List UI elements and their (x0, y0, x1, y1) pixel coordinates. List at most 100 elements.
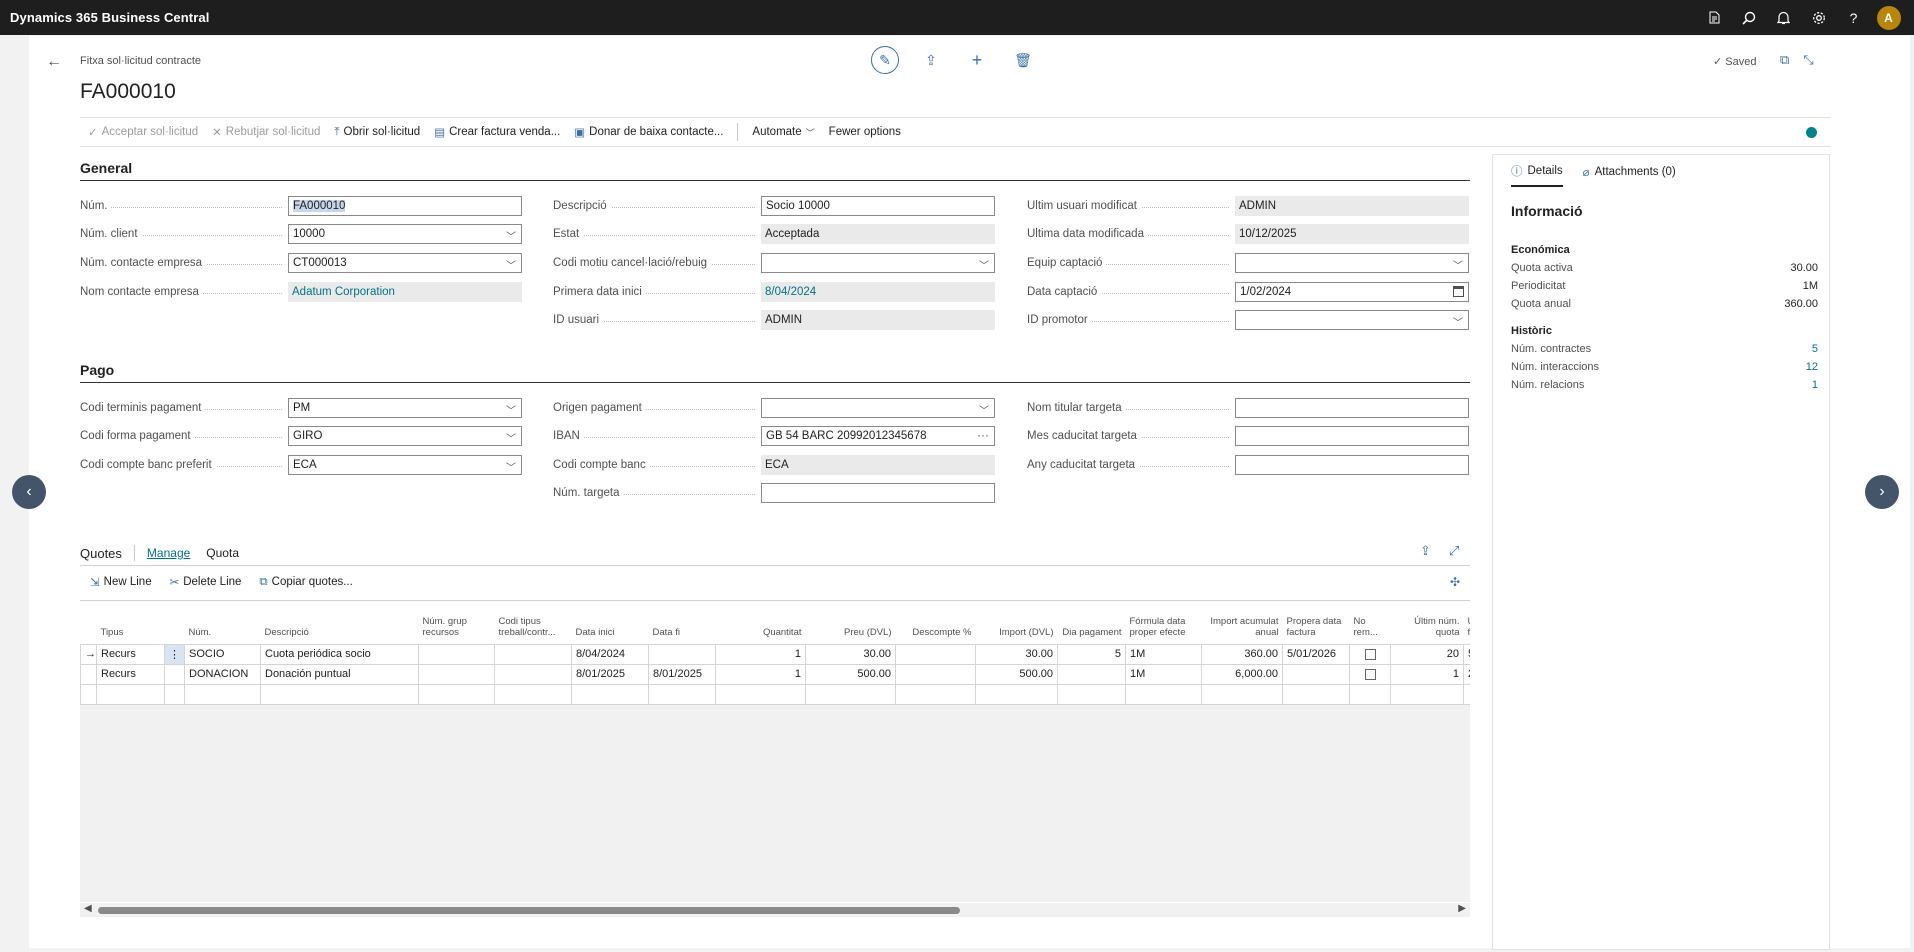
chevron-down-icon[interactable]: ﹀ (1453, 257, 1463, 272)
calendar-icon[interactable] (1453, 286, 1464, 297)
chevron-down-icon[interactable]: ﹀ (979, 402, 989, 417)
cell-tipus[interactable]: Recurs (96, 643, 165, 665)
interaccions-link[interactable]: 12 (1806, 361, 1818, 373)
back-button[interactable]: ← (42, 50, 66, 74)
cell-num[interactable]: SOCIO (184, 643, 261, 665)
next-record-button[interactable]: › (1865, 475, 1899, 509)
table-row-empty[interactable] (80, 683, 1470, 705)
num-client-input[interactable]: 10000 ﹀ (288, 224, 522, 244)
column-header[interactable]: U f (1463, 614, 1470, 644)
column-header[interactable]: Propera data factura (1282, 614, 1350, 644)
column-header[interactable]: Últim núm. quota (1390, 614, 1464, 644)
info-icon[interactable] (1806, 126, 1817, 138)
column-header[interactable]: No rem... (1349, 614, 1391, 644)
cell-preu[interactable]: 500.00 (805, 663, 896, 685)
column-header[interactable]: Núm. (184, 614, 261, 644)
column-header[interactable]: Descripció (260, 614, 419, 644)
pin-icon[interactable]: ✣ (1450, 575, 1460, 589)
cell-descompte[interactable] (895, 643, 976, 665)
chevron-down-icon[interactable]: ﹀ (979, 257, 989, 272)
cell-import-acumulat[interactable]: 6,000.00 (1201, 663, 1283, 685)
delete-button[interactable]: 🗑 (1009, 46, 1037, 74)
horizontal-scrollbar[interactable]: ◀ ▶ (80, 903, 1470, 917)
open-new-window-icon[interactable]: ⧉ (1780, 52, 1789, 68)
unsubscribe-contact-button[interactable]: ▣ Donar de baixa contacte... (574, 125, 723, 139)
create-invoice-button[interactable]: ▤ Crear factura venda... (434, 125, 560, 139)
equip-captacio-select[interactable]: ﹀ (1235, 253, 1469, 273)
previous-record-button[interactable]: ‹ (12, 475, 46, 509)
row-menu-icon[interactable]: ⋮ (164, 643, 185, 665)
iban-input[interactable]: GB 54 BARC 20992012345678 ··· (761, 426, 995, 446)
num-input[interactable]: FA000010 (288, 196, 522, 216)
open-request-button[interactable]: ⤒ Obrir sol·licitud (334, 126, 420, 139)
cell-num[interactable]: DONACION (184, 663, 261, 685)
relacions-link[interactable]: 1 (1812, 379, 1818, 391)
cell-quantitat[interactable]: 1 (715, 643, 806, 665)
cell-descripcio[interactable]: Donación puntual (260, 663, 419, 685)
cell-u[interactable]: 2 (1463, 663, 1470, 685)
expand-icon[interactable]: ⤢ (1449, 543, 1459, 559)
id-promotor-select[interactable]: ﹀ (1235, 310, 1469, 330)
column-header[interactable]: Preu (DVL) (805, 614, 896, 644)
cell-formula[interactable]: 1M (1125, 663, 1202, 685)
cell-quantitat[interactable]: 1 (715, 663, 806, 685)
num-targeta-input[interactable] (761, 483, 995, 503)
cell-data-fi[interactable] (648, 643, 716, 665)
cell-propera-data[interactable]: 5/01/2026 (1282, 643, 1350, 665)
gear-icon[interactable] (1801, 0, 1836, 35)
cell-tipus[interactable]: Recurs (96, 663, 165, 685)
chevron-down-icon[interactable]: ﹀ (506, 228, 516, 243)
new-line-button[interactable]: ⇲ New Line (90, 575, 152, 589)
cell-codi[interactable] (494, 643, 572, 665)
cell-formula[interactable]: 1M (1125, 643, 1202, 665)
cell-descripcio[interactable]: Cuota periódica socio (260, 643, 419, 665)
cell-no-rem[interactable] (1349, 643, 1391, 665)
tab-details[interactable]: ⓘ Details (1511, 163, 1563, 187)
chevron-down-icon[interactable]: ﹀ (506, 257, 516, 272)
cell-import[interactable]: 500.00 (975, 663, 1058, 685)
table-row[interactable]: Recurs DONACION Donación puntual 8/01/20… (80, 663, 1470, 685)
quotes-title[interactable]: Quotes (80, 546, 122, 561)
new-button[interactable]: + (963, 46, 991, 74)
data-captacio-input[interactable]: 1/02/2024 (1235, 282, 1469, 302)
num-contacte-empresa-input[interactable]: CT000013 ﹀ (288, 253, 522, 273)
delete-line-button[interactable]: ✂ Delete Line (170, 575, 242, 589)
automate-menu[interactable]: Automate ﹀ (752, 126, 814, 139)
cell-preu[interactable]: 30.00 (805, 643, 896, 665)
column-header[interactable]: Núm. grup recursos (418, 614, 495, 644)
table-row[interactable]: → Recurs ⋮ SOCIO Cuota periódica socio 8… (80, 643, 1470, 665)
cell-grup[interactable] (418, 663, 495, 685)
cell-propera-data[interactable] (1282, 663, 1350, 685)
column-header[interactable]: Import (DVL) (975, 614, 1058, 644)
section-pago-heading[interactable]: Pago (80, 362, 114, 378)
tab-quota[interactable]: Quota (206, 546, 239, 560)
codi-motiu-select[interactable]: ﹀ (761, 253, 995, 273)
search-icon[interactable] (1731, 0, 1766, 35)
chevron-down-icon[interactable]: ﹀ (1453, 314, 1463, 329)
codi-compte-preferit-select[interactable]: ECA ﹀ (288, 455, 522, 475)
nom-titular-input[interactable] (1235, 398, 1469, 418)
column-header[interactable]: Import acumulat anual (1201, 614, 1283, 644)
column-header[interactable]: Data inici (571, 614, 649, 644)
section-general-heading[interactable]: General (80, 160, 132, 176)
checkbox[interactable] (1364, 648, 1376, 660)
cell-data-inici[interactable]: 8/01/2025 (571, 663, 649, 685)
codi-terminis-select[interactable]: PM ﹀ (288, 398, 522, 418)
scrollbar-thumb[interactable] (98, 907, 960, 914)
column-header[interactable]: Descompte % (895, 614, 976, 644)
edit-button[interactable]: ✎ (871, 46, 899, 74)
column-header[interactable]: Fórmula data proper efecte (1125, 614, 1202, 644)
chevron-down-icon[interactable]: ﹀ (506, 402, 516, 417)
column-header[interactable]: Codi tipus treball/contr... (494, 614, 572, 644)
avatar[interactable]: A (1876, 5, 1901, 30)
chevron-down-icon[interactable]: ﹀ (506, 459, 516, 474)
cell-codi[interactable] (494, 663, 572, 685)
descripcio-input[interactable]: Socio 10000 (761, 196, 995, 216)
cell-data-inici[interactable]: 8/04/2024 (571, 643, 649, 665)
cell-grup[interactable] (418, 643, 495, 665)
scroll-left-icon[interactable]: ◀ (84, 903, 92, 914)
cell-dia-pagament[interactable]: 5 (1057, 643, 1126, 665)
share-icon[interactable]: ⇪ (1420, 543, 1431, 559)
cell-ultim-num[interactable]: 20 (1390, 643, 1464, 665)
collapse-icon[interactable]: ⤡ (1803, 52, 1813, 68)
